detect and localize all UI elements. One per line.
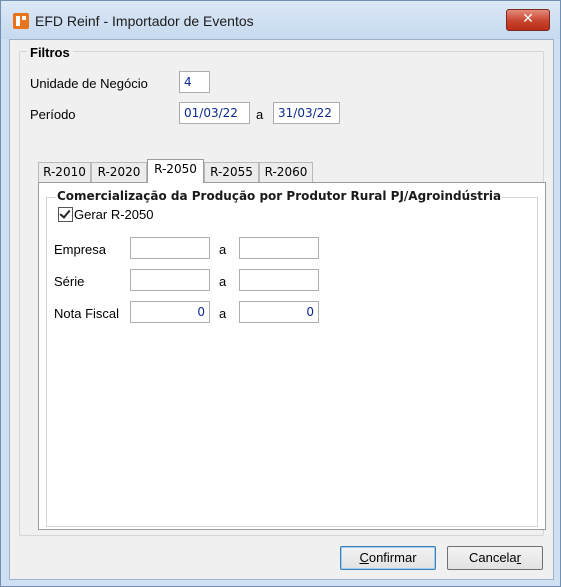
confirmar-button[interactable]: Confirmar [340, 546, 436, 570]
tab-r2050[interactable]: R-2050 [147, 159, 204, 183]
unidade-input[interactable]: 4 [179, 71, 210, 93]
nota-fiscal-separator: a [219, 306, 227, 321]
periodo-label: Período [30, 107, 76, 122]
serie-to-input[interactable] [239, 269, 319, 291]
tab-r2060[interactable]: R-2060 [259, 162, 313, 182]
unidade-label: Unidade de Negócio [30, 76, 148, 91]
comercializacao-group: Comercialização da Produção por Produtor… [46, 189, 538, 527]
empresa-to-input[interactable] [239, 237, 319, 259]
serie-label: Série [54, 274, 85, 289]
periodo-separator: a [256, 107, 264, 122]
dialog-window: EFD Reinf - Importador de Eventos ✕ Filt… [0, 0, 561, 587]
window-title: EFD Reinf - Importador de Eventos [35, 13, 254, 29]
serie-separator: a [219, 274, 227, 289]
filtros-legend: Filtros [27, 45, 73, 60]
cancelar-label-pre: Cancela [468, 550, 517, 565]
empresa-label: Empresa [54, 242, 107, 257]
tab-r2010[interactable]: R-2010 [38, 162, 91, 182]
confirmar-label-post: onfirmar [368, 550, 417, 565]
serie-from-input[interactable] [130, 269, 210, 291]
dialog-client-area: Filtros Unidade de Negócio 4 Período 01/… [9, 39, 554, 580]
cancelar-button[interactable]: Cancelar [447, 546, 543, 570]
cancelar-hotkey: r [516, 550, 522, 565]
periodo-start-input[interactable]: 01/03/22 [179, 102, 250, 124]
close-button[interactable]: ✕ [506, 9, 550, 31]
nota-fiscal-from-input[interactable]: 0 [130, 301, 210, 323]
nota-fiscal-to-input[interactable]: 0 [239, 301, 319, 323]
title-bar[interactable]: EFD Reinf - Importador de Eventos ✕ [1, 1, 560, 39]
comercializacao-legend: Comercialização da Produção por Produtor… [56, 189, 503, 203]
tab-r2020[interactable]: R-2020 [91, 162, 147, 182]
empresa-separator: a [219, 242, 227, 257]
tab-r2055[interactable]: R-2055 [204, 162, 259, 182]
periodo-end-input[interactable]: 31/03/22 [273, 102, 340, 124]
empresa-from-input[interactable] [130, 237, 210, 259]
nota-fiscal-label: Nota Fiscal [54, 306, 120, 321]
reinf-app-icon [13, 13, 29, 29]
confirmar-hotkey: C [359, 550, 369, 565]
tab-panel-r2050: Comercialização da Produção por Produtor… [38, 182, 546, 530]
gerar-r2050-label[interactable]: Gerar R-2050 [74, 207, 153, 222]
filtros-group: Filtros Unidade de Negócio 4 Período 01/… [19, 45, 546, 536]
gerar-r2050-checkbox[interactable] [58, 207, 73, 222]
